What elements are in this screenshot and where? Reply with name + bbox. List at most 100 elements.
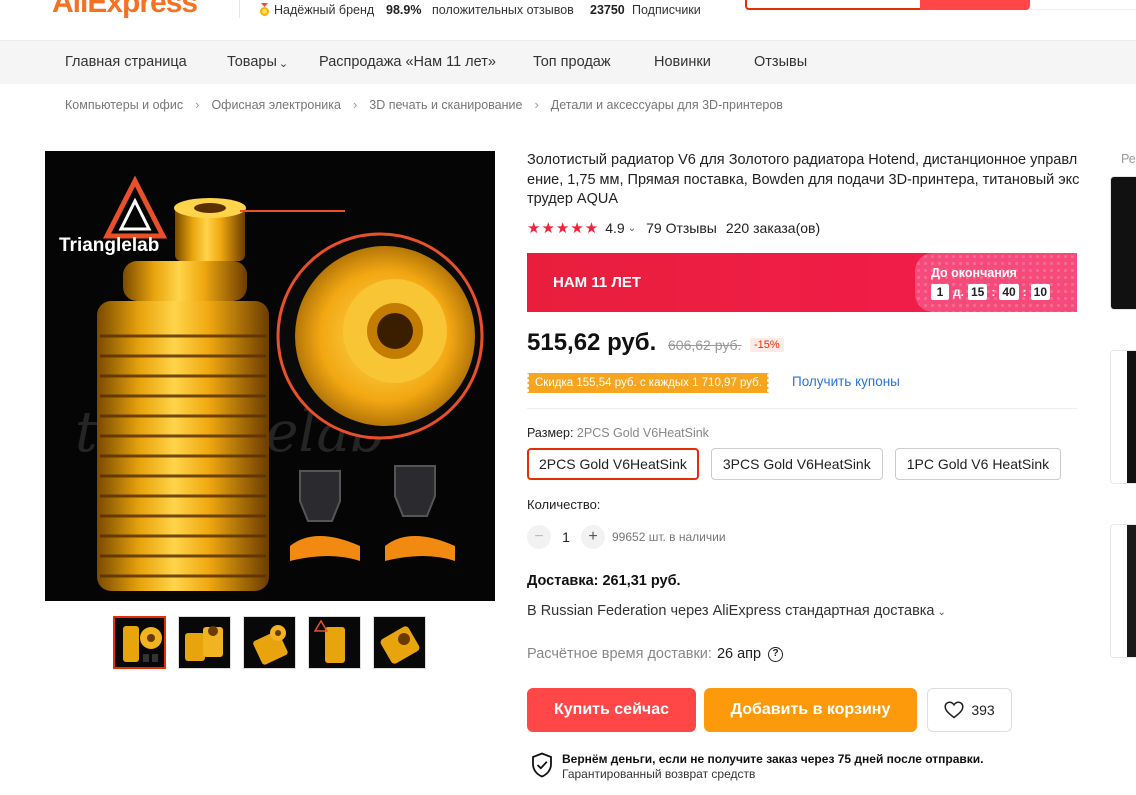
delivery-eta: Расчётное время доставки: 26 апр ?: [527, 646, 784, 662]
countdown-days-unit: д.: [953, 285, 964, 299]
trusted-brand-badge: Надёжный бренд: [259, 3, 374, 17]
quantity-decrease-button[interactable]: −: [527, 525, 551, 549]
rating-row: ★★★★★ 4.9 ⌄ 79 Отзывы 220 заказа(ов): [527, 219, 820, 237]
shipping-method-selector[interactable]: В Russian Federation через AliExpress ст…: [527, 603, 946, 619]
heatsink-photo: trianglelab: [59, 175, 484, 591]
positive-feedback-pct: 98.9%: [386, 3, 422, 17]
shipping-method-label: В Russian Federation через AliExpress ст…: [527, 603, 935, 619]
subscribers-count: 23750: [590, 3, 625, 17]
countdown-label: До окончания: [931, 266, 1017, 280]
store-header-right[interactable]: [1030, 0, 1136, 10]
shield-check-icon: [532, 752, 552, 778]
quantity-stepper: − 1 + 99652 шт. в наличии: [527, 525, 726, 549]
nav-home[interactable]: Главная страница: [65, 54, 187, 70]
medal-icon: [260, 3, 269, 16]
recommendation-image: [1127, 525, 1136, 657]
size-label-text: Размер:: [527, 426, 574, 440]
thumbnail-1[interactable]: [113, 616, 166, 669]
coupon-badge: Скидка 155,54 руб. с каждых 1 710,97 руб…: [527, 373, 769, 393]
nav-products-label: Товары: [227, 54, 277, 70]
aliexpress-logo[interactable]: AliExpress: [52, 0, 198, 20]
nav-products[interactable]: Товары ⌄: [227, 54, 288, 70]
nav-sale[interactable]: Распродажа «Нам 11 лет»: [319, 54, 496, 70]
recommendation-image: [1111, 177, 1136, 309]
thumbnail-2[interactable]: [178, 616, 231, 669]
countdown-days: 1: [931, 284, 949, 300]
trusted-brand-label: Надёжный бренд: [274, 3, 375, 17]
old-price: 606,62 руб.: [668, 337, 742, 353]
guarantee-subtitle: Гарантированный возврат средств: [562, 767, 756, 781]
wishlist-count: 393: [971, 702, 995, 718]
guarantee-title: Вернём деньги, если не получите заказ че…: [562, 752, 984, 766]
discount-badge: -15%: [750, 338, 784, 352]
buyer-protection: Вернём деньги, если не получите заказ че…: [531, 752, 984, 781]
product-main-image[interactable]: trianglelab: [45, 151, 495, 601]
stock-available: 99652 шт. в наличии: [612, 530, 726, 544]
heart-icon: [944, 701, 964, 719]
promo-banner: НАМ 11 ЛЕТ До окончания 1 д. 15 : 40 : 1…: [527, 253, 1077, 312]
breadcrumb-item[interactable]: Детали и аксессуары для 3D-принтеров: [551, 98, 783, 112]
countdown-colon: :: [1022, 285, 1027, 299]
size-option-2pcs[interactable]: 2PCS Gold V6HeatSink: [527, 448, 699, 480]
quantity-label: Количество:: [527, 497, 601, 512]
rating-value[interactable]: 4.9: [605, 220, 624, 236]
add-to-cart-button[interactable]: Добавить в корзину: [704, 688, 917, 732]
size-selected-value: 2PCS Gold V6HeatSink: [576, 426, 709, 440]
size-label: Размер: 2PCS Gold V6HeatSink: [527, 426, 709, 440]
store-header: AliExpress Надёжный бренд 98.9% положите…: [0, 0, 1136, 40]
reviews-link[interactable]: 79 Отзывы: [646, 220, 717, 236]
breadcrumb-item[interactable]: Компьютеры и офис: [65, 98, 183, 112]
current-price: 515,62 руб.: [527, 329, 657, 356]
chevron-right-icon: ›: [534, 97, 539, 112]
thumbnail-3[interactable]: [243, 616, 296, 669]
promo-countdown: До окончания 1 д. 15 : 40 : 10: [915, 253, 1077, 312]
countdown-hours: 15: [967, 284, 988, 300]
header-divider: [239, 0, 240, 18]
recommendation-card[interactable]: [1110, 350, 1136, 484]
countdown-timer: 1 д. 15 : 40 : 10: [931, 284, 1051, 300]
help-icon[interactable]: ?: [768, 646, 784, 662]
rating-stars-icon: ★★★★★: [527, 220, 600, 237]
get-coupons-link[interactable]: Получить купоны: [792, 374, 900, 389]
nav-top-sales[interactable]: Топ продаж: [533, 54, 611, 70]
breadcrumb: Компьютеры и офис › Офисная электроника …: [65, 97, 783, 112]
quantity-input[interactable]: 1: [551, 529, 581, 545]
shipping-cost: Доставка: 261,31 руб.: [527, 573, 681, 589]
eta-label: Расчётное время доставки:: [527, 646, 712, 662]
recommendation-card[interactable]: [1110, 176, 1136, 310]
countdown-colon: :: [991, 285, 996, 299]
breadcrumb-item[interactable]: Офисная электроника: [211, 98, 341, 112]
recommendation-image: [1127, 351, 1136, 483]
chevron-down-icon: ⌄: [937, 607, 946, 618]
store-search-input[interactable]: [745, 0, 920, 10]
countdown-minutes: 40: [999, 284, 1019, 300]
nav-new[interactable]: Новинки: [654, 54, 711, 70]
size-options: 2PCS Gold V6HeatSink 3PCS Gold V6HeatSin…: [527, 448, 1062, 480]
wishlist-button[interactable]: 393: [927, 688, 1012, 732]
thumbnail-5[interactable]: [373, 616, 426, 669]
subscribers-label: Подписчики: [632, 3, 701, 17]
store-search-button[interactable]: [920, 0, 1030, 10]
recommendation-card[interactable]: [1110, 524, 1136, 658]
chevron-down-icon[interactable]: ⌄: [628, 223, 636, 234]
positive-feedback-label: положительных отзывов: [432, 3, 574, 17]
chevron-right-icon: ›: [352, 97, 358, 112]
chevron-right-icon: ›: [195, 97, 200, 112]
size-option-1pc[interactable]: 1PC Gold V6 HeatSink: [894, 448, 1062, 480]
promo-title: НАМ 11 ЛЕТ: [553, 274, 642, 291]
countdown-seconds: 10: [1030, 284, 1051, 300]
buy-now-button[interactable]: Купить сейчас: [527, 688, 696, 732]
product-title: Золотистый радиатор V6 для Золотого ради…: [527, 152, 1080, 207]
nav-reviews[interactable]: Отзывы: [754, 54, 807, 70]
chevron-down-icon: ⌄: [278, 58, 289, 70]
eta-value: 26 апр: [716, 646, 762, 662]
thumbnail-strip: [113, 616, 426, 669]
section-divider: [527, 408, 1077, 409]
size-option-3pcs[interactable]: 3PCS Gold V6HeatSink: [710, 448, 883, 480]
brand-logo-text: Trianglelab: [59, 235, 159, 256]
thumbnail-4[interactable]: [308, 616, 361, 669]
store-nav: Главная страница Товары ⌄ Распродажа «Нам…: [0, 40, 1136, 84]
breadcrumb-item[interactable]: 3D печать и сканирование: [369, 98, 522, 112]
quantity-increase-button[interactable]: +: [581, 525, 605, 549]
orders-count: 220 заказа(ов): [725, 220, 821, 236]
